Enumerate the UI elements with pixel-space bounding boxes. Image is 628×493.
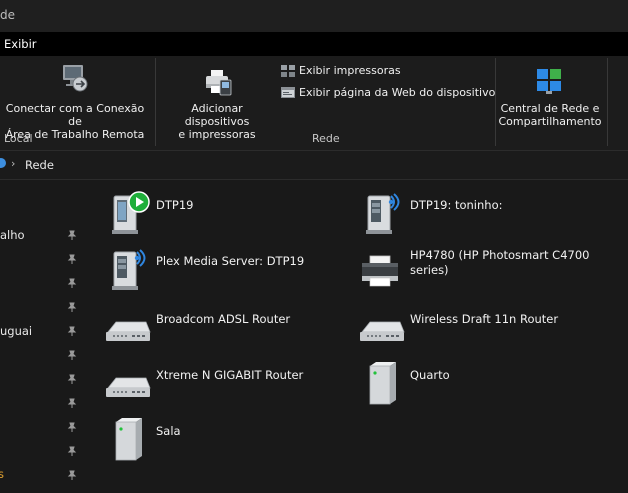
computer-tower-icon xyxy=(369,362,396,405)
navigation-pane: alho uguai s xyxy=(0,180,84,493)
pin-icon[interactable] xyxy=(67,230,77,240)
pin-icon[interactable] xyxy=(67,254,77,264)
router-icon xyxy=(360,321,405,341)
pin-icon[interactable] xyxy=(67,470,77,480)
ribbon-separator xyxy=(607,58,608,146)
device-item[interactable]: HP4780 (HP Photosmart C4700 series) xyxy=(356,246,616,296)
media-player-icon xyxy=(112,191,150,234)
remote-desktop-label-1: Conectar com a Conexão de xyxy=(5,102,145,128)
device-item[interactable]: Xtreme N GIGABIT Router xyxy=(102,360,342,404)
breadcrumb-chevron-icon: › xyxy=(11,157,16,170)
device-name: Sala xyxy=(156,424,181,438)
device-name: Quarto xyxy=(410,368,450,382)
router-icon xyxy=(106,321,151,341)
group-label-local: Local xyxy=(4,132,33,145)
device-item[interactable]: Plex Media Server: DTP19 xyxy=(102,246,342,296)
network-center-icon xyxy=(537,69,561,94)
printers-grid-icon xyxy=(281,65,295,77)
tab-view[interactable]: Exibir xyxy=(4,37,37,51)
device-list: DTP19 DTP19: toninho: Plex Media Server:… xyxy=(84,180,628,493)
view-printers-label: Exibir impressoras xyxy=(299,64,401,77)
menu-bar: Exibir xyxy=(0,32,628,56)
router-icon xyxy=(106,377,151,397)
device-name: Plex Media Server: DTP19 xyxy=(156,254,305,268)
remote-desktop-icon xyxy=(63,65,88,92)
sidebar-item-label[interactable]: s xyxy=(0,467,4,481)
title-bar: de xyxy=(0,0,628,32)
pin-icon[interactable] xyxy=(67,446,77,456)
ribbon-separator xyxy=(155,58,156,146)
add-devices-label-2: e impressoras xyxy=(178,128,256,141)
address-bar[interactable]: › Rede xyxy=(0,150,628,180)
device-webpage-icon xyxy=(281,87,295,98)
pin-icon[interactable] xyxy=(67,350,77,360)
media-server-icon xyxy=(366,193,400,234)
device-name: Broadcom ADSL Router xyxy=(156,312,291,326)
device-name: DTP19 xyxy=(156,198,194,212)
add-devices-label-1: Adicionar dispositivos xyxy=(184,102,250,128)
network-sharing-center-button[interactable]: Central de Rede e Compartilhamento xyxy=(498,60,604,128)
device-name: Wireless Draft 11n Router xyxy=(410,312,559,326)
pin-icon[interactable] xyxy=(67,398,77,408)
network-center-label-2: Compartilhamento xyxy=(498,115,602,128)
network-globe-icon xyxy=(0,158,6,168)
pin-icon[interactable] xyxy=(67,422,77,432)
device-name-continued: series) xyxy=(410,263,449,277)
pin-icon[interactable] xyxy=(67,302,77,312)
device-name: Xtreme N GIGABIT Router xyxy=(156,368,304,382)
add-devices-button[interactable]: Adicionar dispositivos e impressoras xyxy=(158,60,276,141)
view-device-webpage-label: Exibir página da Web do dispositivo xyxy=(299,86,496,99)
device-item[interactable]: Quarto xyxy=(356,360,616,410)
device-name: HP4780 (HP Photosmart C4700 xyxy=(410,248,590,262)
view-device-webpage-button[interactable]: Exibir página da Web do dispositivo xyxy=(280,85,495,101)
network-center-label-1: Central de Rede e xyxy=(500,102,600,115)
window-title: de xyxy=(0,8,15,22)
sidebar-item-label[interactable]: uguai xyxy=(0,324,32,338)
pin-icon[interactable] xyxy=(67,374,77,384)
device-item[interactable]: Sala xyxy=(102,416,342,466)
device-name: DTP19: toninho: xyxy=(410,198,503,212)
pin-icon[interactable] xyxy=(67,326,77,336)
computer-tower-icon xyxy=(115,418,142,461)
device-item[interactable]: DTP19 xyxy=(102,190,342,240)
add-device-printer-icon xyxy=(206,70,232,96)
device-item[interactable]: Wireless Draft 11n Router xyxy=(356,304,616,348)
media-server-icon xyxy=(112,249,146,290)
sidebar-item-label[interactable]: alho xyxy=(0,228,25,242)
pin-icon[interactable] xyxy=(67,278,77,288)
group-label-network: Rede xyxy=(312,132,340,145)
breadcrumb-location[interactable]: Rede xyxy=(25,158,54,172)
view-printers-button[interactable]: Exibir impressoras xyxy=(280,63,490,79)
ribbon-separator xyxy=(495,58,496,146)
remote-desktop-button[interactable]: Conectar com a Conexão de Área de Trabal… xyxy=(0,60,152,141)
device-item[interactable]: DTP19: toninho: xyxy=(356,190,616,240)
device-item[interactable]: Broadcom ADSL Router xyxy=(102,304,342,348)
ribbon: Conectar com a Conexão de Área de Trabal… xyxy=(0,56,628,150)
printer-icon xyxy=(362,255,398,287)
